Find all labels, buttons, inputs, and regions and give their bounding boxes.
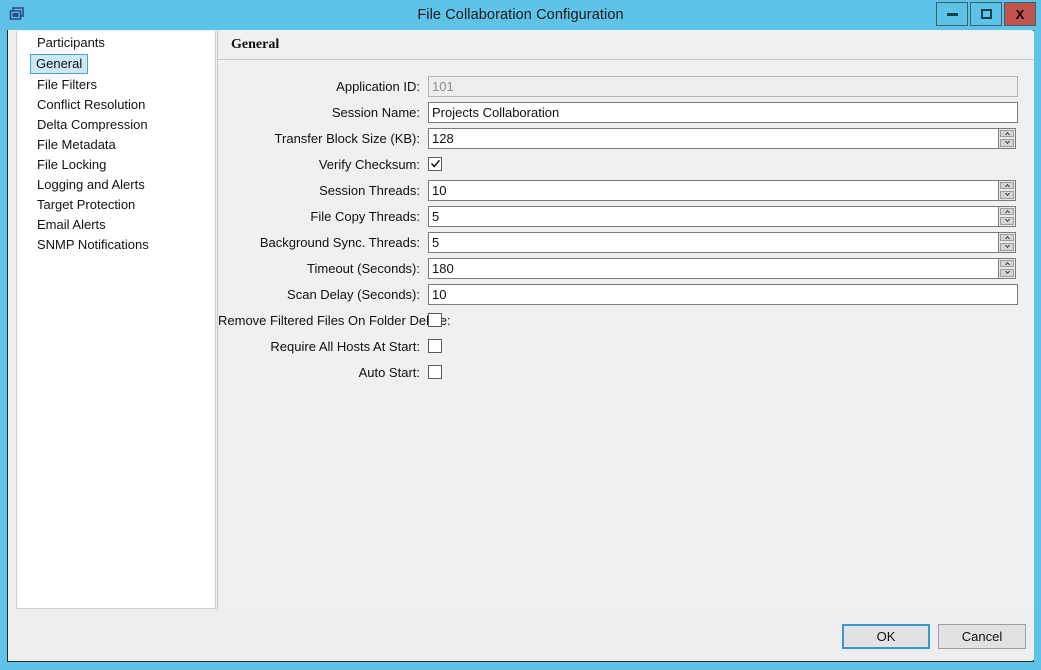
session-name-input[interactable] (428, 101, 1018, 123)
row-session-threads: Session Threads: (218, 177, 1034, 203)
label-file-copy-threads: File Copy Threads: (310, 208, 420, 224)
chevron-down-icon[interactable] (1000, 191, 1014, 199)
dialog-footer: OK Cancel (16, 610, 1034, 660)
label-application-id: Application ID: (336, 78, 420, 94)
row-auto-start: Auto Start: (218, 359, 1034, 385)
title-bar: File Collaboration Configuration X (0, 0, 1041, 30)
chevron-down-icon[interactable] (1000, 269, 1014, 277)
window-controls: X (936, 2, 1036, 26)
chevron-up-icon[interactable] (1000, 259, 1014, 267)
checkmark-icon (430, 159, 440, 168)
label-scan-delay: Scan Delay (Seconds): (287, 286, 420, 302)
chevron-down-icon[interactable] (1000, 243, 1014, 251)
sidebar-item-participants[interactable]: Participants (31, 34, 111, 52)
window-title: File Collaboration Configuration (417, 7, 624, 23)
sidebar-item-general[interactable]: General (30, 54, 89, 74)
chevron-up-icon[interactable] (1000, 207, 1014, 215)
row-session-name: Session Name: (218, 99, 1034, 125)
content-body: Application ID: Session Name: (218, 60, 1034, 610)
sidebar-item-target-protection[interactable]: Target Protection (31, 196, 141, 214)
row-timeout: Timeout (Seconds): (218, 255, 1034, 281)
sidebar-item-file-locking[interactable]: File Locking (31, 156, 112, 174)
maximize-icon (980, 9, 992, 19)
chevron-down-icon[interactable] (1000, 217, 1014, 225)
sidebar-item-email-alerts[interactable]: Email Alerts (31, 216, 112, 234)
background-sync-threads-stepper[interactable] (998, 231, 1016, 253)
row-verify-checksum: Verify Checksum: (218, 151, 1034, 177)
client-area: Participants General File Filters Confli… (7, 30, 1034, 662)
row-file-copy-threads: File Copy Threads: (218, 203, 1034, 229)
close-button[interactable]: X (1004, 2, 1036, 26)
label-timeout: Timeout (Seconds): (307, 260, 420, 276)
row-remove-filtered-files: Remove Filtered Files On Folder Delete: (218, 307, 1034, 333)
background-sync-threads-input[interactable] (428, 231, 998, 253)
page-title: General (231, 37, 280, 52)
sidebar-item-snmp-notifications[interactable]: SNMP Notifications (31, 236, 155, 254)
settings-content-panel: General Application ID: Session Name: (217, 31, 1034, 610)
general-settings-form: Application ID: Session Name: (218, 73, 1034, 385)
chevron-up-icon[interactable] (1000, 233, 1014, 241)
file-copy-threads-input[interactable] (428, 205, 998, 227)
remove-filtered-files-checkbox[interactable] (428, 313, 442, 327)
chevron-up-icon[interactable] (1000, 181, 1014, 189)
chevron-down-icon[interactable] (1000, 139, 1014, 147)
transfer-block-size-stepper[interactable] (998, 127, 1016, 149)
sidebar-item-file-metadata[interactable]: File Metadata (31, 136, 122, 154)
sidebar-item-conflict-resolution[interactable]: Conflict Resolution (31, 96, 151, 114)
label-background-sync-threads: Background Sync. Threads: (259, 234, 420, 250)
label-session-name: Session Name: (331, 104, 420, 120)
minimize-icon (946, 12, 958, 16)
scan-delay-input[interactable] (428, 283, 1018, 305)
session-threads-input[interactable] (428, 179, 998, 201)
file-copy-threads-stepper[interactable] (998, 205, 1016, 227)
verify-checksum-checkbox[interactable] (428, 157, 442, 171)
ok-button[interactable]: OK (842, 624, 930, 649)
row-scan-delay: Scan Delay (Seconds): (218, 281, 1034, 307)
settings-nav-list[interactable]: Participants General File Filters Confli… (16, 31, 216, 609)
session-threads-stepper[interactable] (998, 179, 1016, 201)
cancel-button[interactable]: Cancel (938, 624, 1026, 649)
auto-start-checkbox[interactable] (428, 365, 442, 379)
sidebar-item-delta-compression[interactable]: Delta Compression (31, 116, 154, 134)
timeout-input[interactable] (428, 257, 998, 279)
label-session-threads: Session Threads: (319, 182, 420, 198)
application-id-input (428, 75, 1018, 97)
minimize-button[interactable] (936, 2, 968, 26)
label-verify-checksum: Verify Checksum: (318, 156, 420, 172)
transfer-block-size-input[interactable] (428, 127, 998, 149)
row-require-all-hosts: Require All Hosts At Start: (218, 333, 1034, 359)
chevron-up-icon[interactable] (1000, 129, 1014, 137)
row-application-id: Application ID: (218, 73, 1034, 99)
maximize-button[interactable] (970, 2, 1002, 26)
dialog-window: File Collaboration Configuration X Parti… (0, 0, 1041, 670)
label-require-all-hosts: Require All Hosts At Start: (270, 338, 420, 354)
row-background-sync-threads: Background Sync. Threads: (218, 229, 1034, 255)
timeout-stepper[interactable] (998, 257, 1016, 279)
label-transfer-block-size: Transfer Block Size (KB): (274, 130, 420, 146)
label-remove-filtered-files: Remove Filtered Files On Folder Delete: (218, 312, 451, 328)
require-all-hosts-checkbox[interactable] (428, 339, 442, 353)
sidebar-item-file-filters[interactable]: File Filters (31, 76, 103, 94)
sidebar-item-logging-and-alerts[interactable]: Logging and Alerts (31, 176, 151, 194)
label-auto-start: Auto Start: (358, 364, 420, 380)
row-transfer-block-size: Transfer Block Size (KB): (218, 125, 1034, 151)
